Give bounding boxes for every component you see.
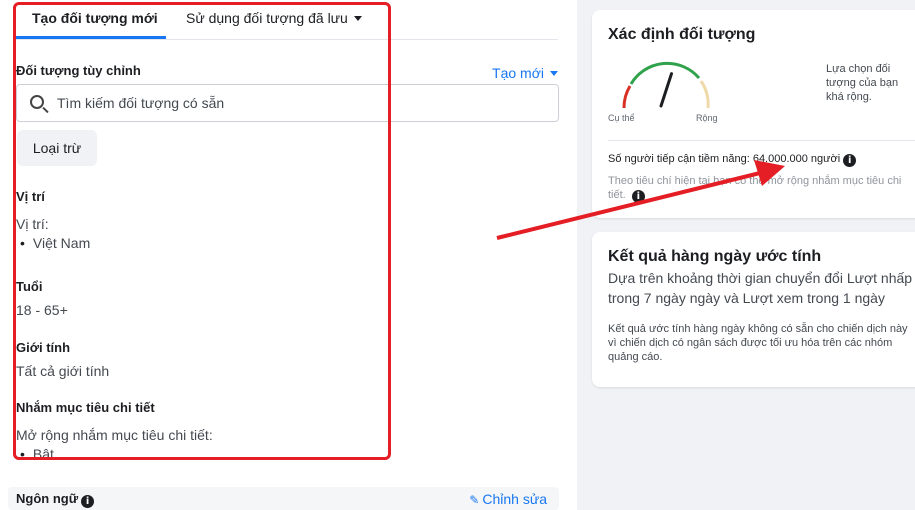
daily-results-title: Kết quả hàng ngày ước tính xyxy=(608,248,822,265)
audience-breadth-description: Lựa chọn đối tượng của bạn khá rộng. xyxy=(826,63,899,103)
divider xyxy=(608,140,915,141)
info-icon[interactable]: i xyxy=(81,495,95,508)
location-label: Vị trí: xyxy=(16,216,49,232)
gauge-specific-arc xyxy=(622,85,632,109)
location-value: Việt Nam xyxy=(20,235,90,251)
pencil-icon: ✎ xyxy=(469,493,480,507)
info-icon[interactable]: i xyxy=(631,190,645,203)
tab-label: Tạo đối tượng mới xyxy=(32,10,158,26)
custom-audience-title: Đối tượng tùy chỉnh xyxy=(16,63,141,78)
gauge-broad-arc xyxy=(699,80,710,109)
gender-value: Tất cả giới tính xyxy=(16,363,110,379)
audience-definition-card: Xác định đối tượng Cụ thể Rộng Lựa chọn … xyxy=(592,10,915,218)
gauge-specific-label: Cụ thể xyxy=(608,113,635,123)
language-title-text: Ngôn ngữ xyxy=(16,491,79,506)
gauge-needle xyxy=(659,72,673,108)
language-title: Ngôn ngữ i xyxy=(16,491,95,508)
tab-label: Sử dụng đối tượng đã lưu xyxy=(186,10,348,26)
audience-definition-title: Xác định đối tượng xyxy=(608,26,756,43)
edit-language-link[interactable]: ✎ Chỉnh sửa xyxy=(469,491,547,507)
gender-title: Giới tính xyxy=(16,340,71,355)
detailed-targeting-label: Mở rộng nhắm mục tiêu chi tiết: xyxy=(16,427,213,443)
audience-tabs: Tạo đối tượng mới Sử dụng đối tượng đã l… xyxy=(16,0,558,40)
detailed-targeting-value-text: Bật xyxy=(32,446,54,458)
reach-note-text: Theo tiêu chí hiện tại bạn có thể mở rộn… xyxy=(608,175,902,201)
audience-search-input[interactable] xyxy=(57,93,537,113)
create-new-label: Tạo mới xyxy=(492,65,544,81)
exclude-button[interactable]: Loại trừ xyxy=(17,130,97,166)
language-section: Ngôn ngữ i ✎ Chỉnh sửa xyxy=(8,487,559,510)
info-icon[interactable]: i xyxy=(843,154,857,167)
gauge-defined-arc xyxy=(629,61,701,85)
daily-results-subtitle: Dựa trên khoảng thời gian chuyển đổi Lượ… xyxy=(608,270,913,306)
audience-search-field[interactable] xyxy=(16,84,559,122)
edit-label: Chỉnh sửa xyxy=(482,491,547,507)
tab-create-new-audience[interactable]: Tạo đối tượng mới xyxy=(16,10,166,39)
daily-results-note: Kết quả ước tính hàng ngày không có sẵn … xyxy=(608,323,908,363)
gauge-broad-label: Rộng xyxy=(696,113,718,123)
caret-down-icon xyxy=(550,71,558,76)
audience-panel: Tạo đối tượng mới Sử dụng đối tượng đã l… xyxy=(0,0,577,510)
search-icon xyxy=(30,95,44,109)
detailed-targeting-value: Bật xyxy=(20,446,54,458)
reach-note: Theo tiêu chí hiện tại bạn có thể mở rộn… xyxy=(608,174,915,203)
ad-set-audience-screen: Tạo đối tượng mới Sử dụng đối tượng đã l… xyxy=(0,0,915,510)
age-value: 18 - 65+ xyxy=(16,302,68,318)
daily-results-card: Kết quả hàng ngày ước tính Dựa trên khoả… xyxy=(592,232,915,387)
age-title: Tuổi xyxy=(16,279,43,294)
caret-down-icon xyxy=(353,16,362,21)
location-title: Vị trí xyxy=(16,189,45,204)
location-value-text: Việt Nam xyxy=(32,235,91,251)
detailed-targeting-title: Nhắm mục tiêu chi tiết xyxy=(16,400,155,415)
potential-reach-text: Số người tiếp cận tiềm năng: 64.000.000 … xyxy=(608,153,841,165)
potential-reach: Số người tiếp cận tiềm năng: 64.000.000 … xyxy=(608,153,857,167)
tab-use-saved-audience[interactable]: Sử dụng đối tượng đã lưu xyxy=(186,10,362,26)
audience-gauge xyxy=(622,61,710,109)
create-new-dropdown[interactable]: Tạo mới xyxy=(492,65,558,81)
